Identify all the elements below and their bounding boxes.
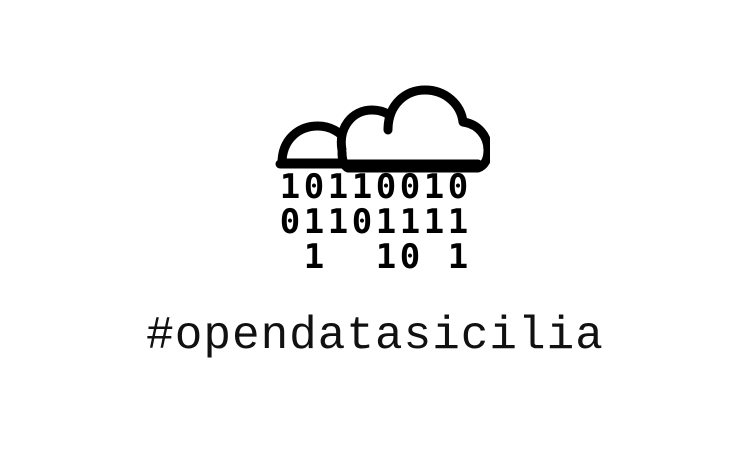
binary-row-1: 10110010 (278, 170, 478, 204)
binary-digit: 1 (375, 202, 397, 242)
binary-digit: 0 (399, 237, 421, 277)
binary-digit: 0 (399, 167, 421, 207)
binary-row-2: 01101111 (278, 205, 478, 239)
binary-digit: 1 (423, 167, 445, 207)
binary-digit: 0 (303, 167, 325, 207)
binary-digit: 1 (447, 237, 469, 277)
binary-digit: 0 (351, 202, 373, 242)
binary-digit (422, 240, 446, 274)
binary-digit: 1 (399, 202, 421, 242)
binary-digit: 1 (375, 237, 397, 277)
binary-digit: 1 (303, 237, 325, 277)
binary-digit: 1 (447, 202, 469, 242)
binary-digit: 0 (279, 202, 301, 242)
binary-digit: 1 (303, 202, 325, 242)
binary-row-3: 1 10 1 (278, 240, 478, 274)
binary-digit: 1 (327, 202, 349, 242)
logo-area: 10110010 01101111 1 10 1 (0, 0, 750, 450)
binary-digit: 1 (327, 167, 349, 207)
binary-digit: 0 (447, 167, 469, 207)
binary-digit (326, 240, 350, 274)
binary-digit: 1 (351, 167, 373, 207)
binary-digit (350, 240, 374, 274)
binary-digit (278, 240, 302, 274)
binary-digit: 0 (375, 167, 397, 207)
binary-digit: 1 (423, 202, 445, 242)
binary-digit: 1 (279, 167, 301, 207)
hashtag-title: #opendatasicilia (146, 310, 604, 362)
